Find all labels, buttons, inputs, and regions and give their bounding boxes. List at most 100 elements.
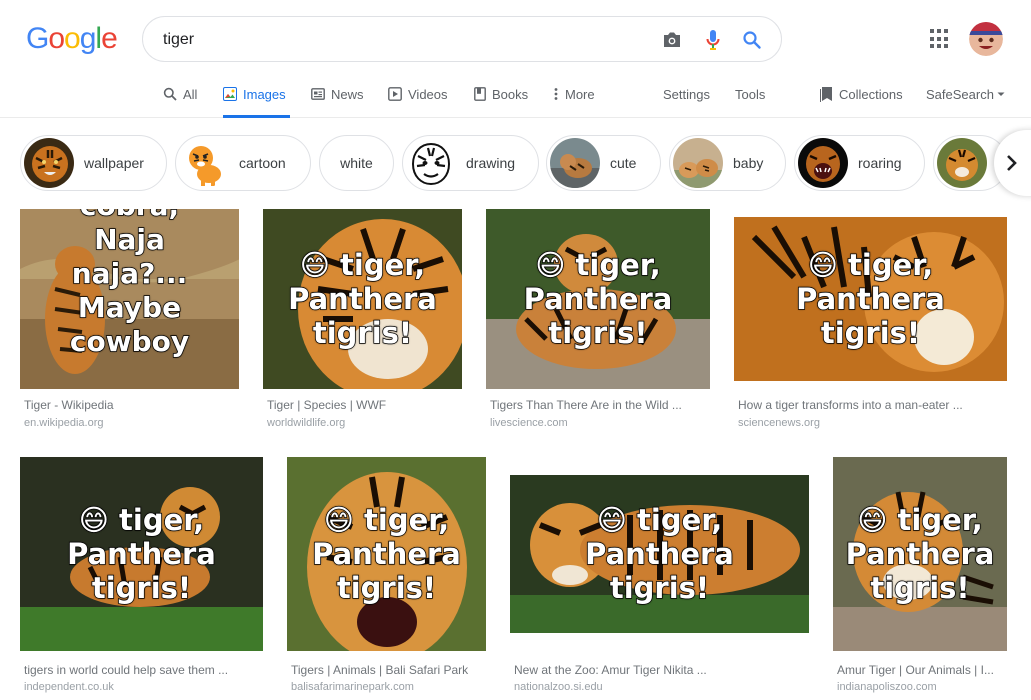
result-domain: sciencenews.org — [738, 417, 820, 429]
result-domain: nationalzoo.si.edu — [514, 681, 603, 693]
chip-wallpaper[interactable]: wallpaper — [20, 135, 167, 191]
result-title[interactable]: Tiger - Wikipedia — [24, 397, 114, 413]
result-title[interactable]: How a tiger transforms into a man-eater … — [738, 397, 963, 413]
book-icon — [474, 87, 486, 101]
chip-cute[interactable]: cute — [546, 135, 661, 191]
tab-books[interactable]: Books — [474, 86, 528, 118]
chip-label: baby — [733, 155, 764, 171]
image-caption-overlay: cobra, Naja naja?... Maybe cowboy — [20, 209, 239, 389]
chip-label: roaring — [858, 155, 902, 171]
image-caption-overlay: 😄 tiger, Panthera tigris! — [263, 209, 462, 389]
image-result[interactable]: 😄 tiger, Panthera tigris! Tigers Than Th… — [486, 209, 711, 431]
google-logo[interactable]: Google — [26, 22, 118, 56]
image-result[interactable]: 😄 tiger, Panthera tigris! Tigers | Anima… — [287, 457, 487, 700]
apps-grid-icon[interactable] — [930, 29, 950, 49]
chip-white[interactable]: white — [319, 135, 394, 191]
result-title[interactable]: tigers in world could help save them ... — [24, 662, 228, 678]
collections-label: Collections — [839, 87, 903, 102]
result-title[interactable]: Tiger | Species | WWF — [267, 397, 386, 413]
chip-roaring[interactable]: roaring — [794, 135, 925, 191]
chip-label: white — [340, 155, 373, 171]
overlay-line: Naja — [93, 222, 165, 257]
chip-thumbnail — [798, 138, 848, 188]
chip-thumbnail — [179, 138, 229, 188]
overlay-line: Panthera — [287, 281, 437, 317]
search-box[interactable] — [142, 16, 782, 62]
avatar[interactable] — [969, 22, 1003, 56]
settings-label: Settings — [663, 87, 710, 102]
overlay-line: cowboy — [69, 324, 190, 359]
overlay-line: 😄 tiger, — [299, 247, 426, 283]
result-thumbnail[interactable]: 😄 tiger, Panthera tigris! — [287, 457, 486, 651]
related-search-chips: wallpaper cartoon white drawing cute bab… — [0, 130, 1031, 196]
tab-news[interactable]: News — [311, 86, 364, 118]
overlay-line: 😄 tiger, — [534, 247, 661, 283]
chevron-right-icon — [1007, 155, 1017, 171]
result-title[interactable]: Tigers | Animals | Bali Safari Park — [291, 662, 468, 678]
result-thumbnail[interactable]: cobra, Naja naja?... Maybe cowboy — [20, 209, 239, 389]
logo-letter: G — [26, 22, 49, 55]
result-title[interactable]: Tigers Than There Are in the Wild ... — [490, 397, 682, 413]
result-thumbnail[interactable]: 😄 tiger, Panthera tigris! — [486, 209, 710, 389]
result-thumbnail[interactable]: 😄 tiger, Panthera tigris! — [20, 457, 263, 651]
tab-more[interactable]: More — [553, 86, 595, 118]
result-title[interactable]: New at the Zoo: Amur Tiger Nikita ... — [514, 662, 707, 678]
result-domain: balisafarimarinepark.com — [291, 681, 414, 693]
result-domain: en.wikipedia.org — [24, 417, 104, 429]
kebab-icon — [554, 88, 558, 100]
tools-link[interactable]: Tools — [735, 86, 765, 118]
image-result[interactable]: 😄 tiger, Panthera tigris! Tiger | Specie… — [263, 209, 463, 431]
chip-label: drawing — [466, 155, 516, 171]
chip-drawing[interactable]: drawing — [402, 135, 539, 191]
overlay-line: cobra, — [79, 209, 180, 223]
collections-link[interactable]: Collections — [819, 86, 903, 118]
overlay-line: 😄 tiger, — [78, 502, 205, 538]
safesearch-label: SafeSearch — [926, 87, 994, 102]
tab-label: Videos — [408, 87, 448, 102]
logo-letter: e — [101, 22, 118, 55]
image-caption-overlay: 😄 tiger, Panthera tigris! — [486, 209, 710, 389]
chip-thumbnail — [406, 138, 456, 188]
chip-thumbnail — [937, 138, 987, 188]
overlay-line: Panthera — [795, 281, 945, 317]
image-caption-overlay: 😄 tiger, Panthera tigris! — [734, 217, 1007, 381]
image-result[interactable]: 😄 tiger, Panthera tigris! How a tiger tr… — [734, 209, 1008, 431]
settings-link[interactable]: Settings — [663, 86, 710, 118]
image-result[interactable]: 😄 tiger, Panthera tigris! New at the Zoo… — [510, 457, 810, 700]
chip-label: wallpaper — [84, 155, 144, 171]
result-thumbnail[interactable]: 😄 tiger, Panthera tigris! — [510, 475, 809, 633]
tab-images[interactable]: Images — [223, 86, 290, 118]
search-input[interactable] — [163, 28, 643, 52]
chips-next-button[interactable] — [994, 130, 1031, 196]
dropdown-arrow-icon — [997, 92, 1005, 96]
play-icon — [388, 87, 402, 101]
microphone-icon[interactable] — [702, 29, 724, 51]
overlay-line: tigris! — [820, 315, 921, 351]
chip-thumbnail — [550, 138, 600, 188]
tab-label: All — [183, 87, 198, 102]
overlay-line: tigris! — [609, 570, 710, 606]
result-thumbnail[interactable]: 😄 tiger, Panthera tigris! — [833, 457, 1007, 651]
result-domain: independent.co.uk — [24, 681, 114, 693]
safesearch-dropdown[interactable]: SafeSearch — [926, 86, 1005, 118]
tab-label: Images — [243, 87, 286, 102]
image-result[interactable]: cobra, Naja naja?... Maybe cowboy Tiger … — [20, 209, 240, 431]
overlay-line: tigris! — [312, 315, 413, 351]
image-caption-overlay: 😄 tiger, Panthera tigris! — [510, 475, 809, 633]
camera-icon[interactable] — [661, 29, 683, 51]
overlay-line: Panthera — [311, 536, 461, 572]
overlay-line: tigris! — [336, 570, 437, 606]
image-result[interactable]: 😄 tiger, Panthera tigris! Amur Tiger | O… — [833, 457, 1008, 700]
result-title[interactable]: Amur Tiger | Our Animals | I... — [837, 662, 994, 678]
result-thumbnail[interactable]: 😄 tiger, Panthera tigris! — [263, 209, 462, 389]
search-icon[interactable] — [741, 29, 763, 51]
overlay-line: tigris! — [870, 570, 971, 606]
image-result[interactable]: 😄 tiger, Panthera tigris! tigers in worl… — [20, 457, 264, 700]
overlay-line: tigris! — [548, 315, 649, 351]
chip-baby[interactable]: baby — [669, 135, 786, 191]
chip-cartoon[interactable]: cartoon — [175, 135, 311, 191]
tab-all[interactable]: All — [163, 86, 197, 118]
result-thumbnail[interactable]: 😄 tiger, Panthera tigris! — [734, 217, 1007, 381]
overlay-line: Panthera — [66, 536, 216, 572]
tab-videos[interactable]: Videos — [388, 86, 448, 118]
